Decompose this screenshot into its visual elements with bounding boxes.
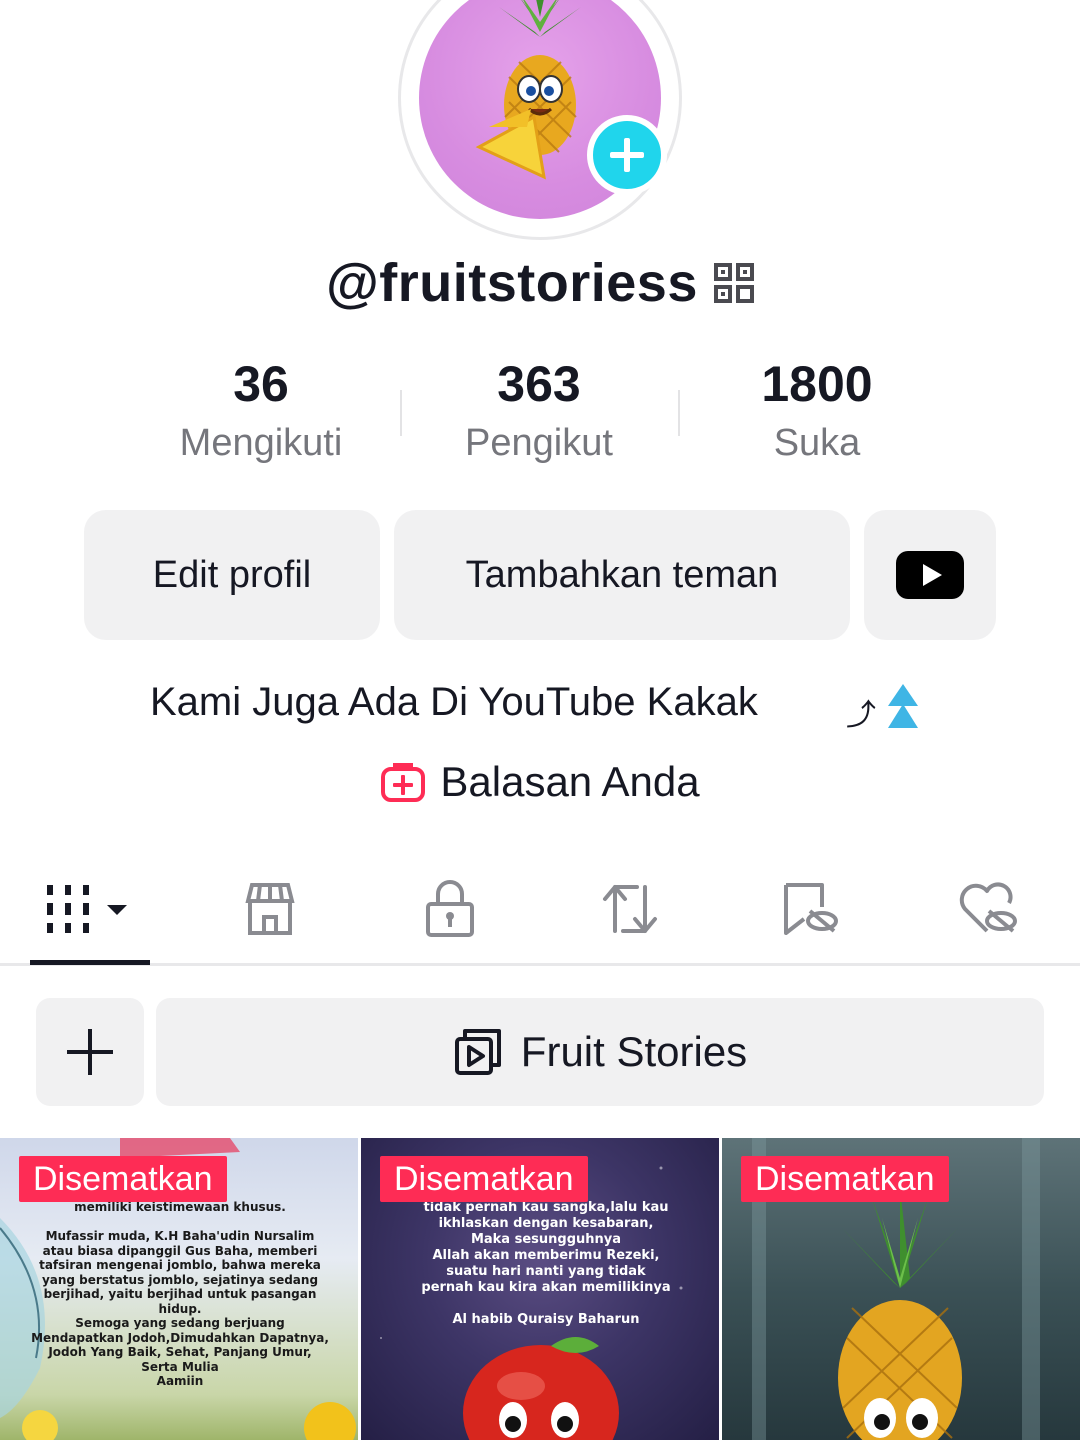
grid-dropdown-icon [47,885,127,933]
stat-label: Mengikuti [179,422,343,464]
youtube-icon [896,551,964,599]
profile-actions: Edit profil Tambahkan teman [84,510,996,640]
tab-private[interactable] [390,874,510,944]
video-caption: memiliki keistimewaan khusus. Mufassir m… [31,1200,329,1388]
pinned-badge: Disematkan [380,1156,588,1202]
stat-value: 36 [233,356,289,412]
stat-following[interactable]: 36 Mengikuti [122,352,400,465]
tab-videos[interactable] [30,874,150,944]
video-grid: memiliki keistimewaan khusus. Mufassir m… [0,1138,1080,1440]
heart-hidden-icon [959,882,1017,933]
stat-label: Suka [773,422,861,464]
bio-text: Kami Juga Ada Di YouTube Kakak [150,680,758,724]
stat-label: Pengikut [465,422,613,464]
video-thumbnail[interactable]: memiliki keistimewaan khusus. Mufassir m… [0,1138,358,1440]
profile-stats: 36 Mengikuti 363 Pengikut 1800 Suka [122,352,958,465]
tab-shop[interactable] [210,874,330,944]
video-thumbnail[interactable]: tidak pernah kau sangka,lalu kau ikhlask… [361,1138,719,1440]
playlist-icon [454,1029,501,1075]
stat-followers[interactable]: 363 Pengikut [400,352,678,465]
plus-icon [610,138,644,172]
username: @fruitstoriess [326,253,698,313]
edit-profile-button[interactable]: Edit profil [84,510,380,640]
video-caption: tidak pernah kau sangka,lalu kau ikhlask… [421,1200,671,1327]
username-row: @fruitstoriess [0,252,1080,314]
bio-arrow-glyph: ⤴ [846,699,876,732]
add-playlist-button[interactable] [36,998,144,1106]
playlist-button[interactable]: Fruit Stories [156,998,1044,1106]
double-up-arrow-icon [888,684,918,728]
lock-icon [426,880,474,937]
youtube-button[interactable] [864,510,996,640]
pinned-badge: Disematkan [19,1156,227,1202]
pinned-badge: Disematkan [741,1156,949,1202]
stat-likes[interactable]: 1800 Suka [678,352,956,465]
reply-box-icon [381,763,426,802]
content-tabs [0,850,1080,966]
playlist-row: Fruit Stories [36,998,1044,1106]
plus-icon [67,1029,113,1075]
shop-icon [245,883,295,935]
tab-reposts[interactable] [570,874,690,944]
your-replies-link[interactable]: Balasan Anda [0,758,1080,806]
stat-value: 1800 [761,356,873,412]
video-thumbnail[interactable]: Disematkan [722,1138,1080,1440]
bookmark-hidden-icon [784,883,838,935]
add-friends-button[interactable]: Tambahkan teman [394,510,850,640]
stat-value: 363 [497,356,581,412]
profile-avatar[interactable] [398,0,682,240]
tab-favorites[interactable] [750,874,870,944]
add-story-button[interactable] [587,115,667,195]
tab-liked[interactable] [930,874,1050,944]
replies-label: Balasan Anda [440,758,700,805]
repost-icon [603,885,657,933]
playlist-label: Fruit Stories [520,1028,748,1075]
qr-code-icon[interactable] [713,263,754,303]
active-tab-indicator [30,960,150,965]
